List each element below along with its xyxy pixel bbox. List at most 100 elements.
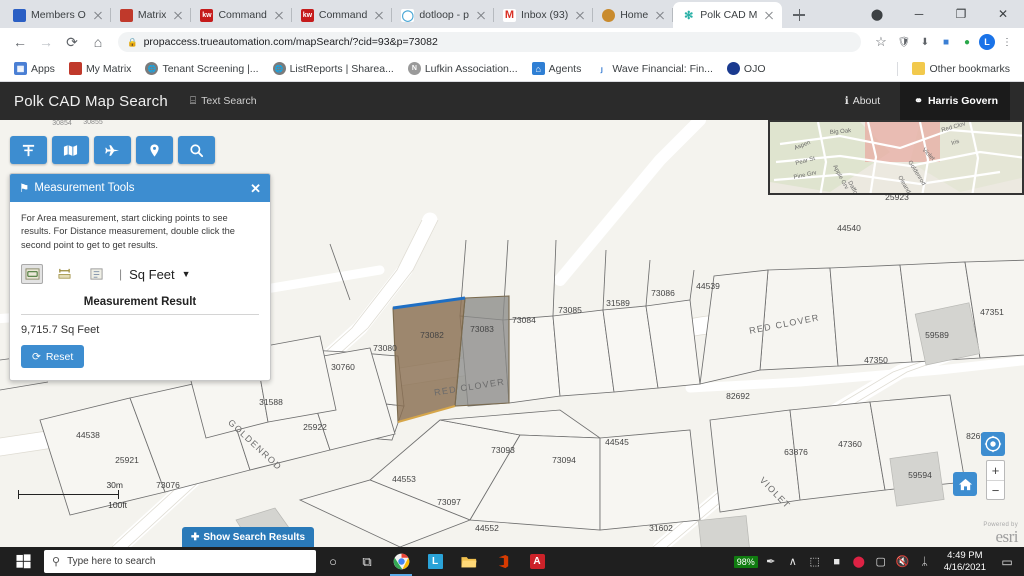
bookmark-tenant-screening[interactable]: 🌐 Tenant Screening |... [139, 60, 264, 77]
aerial-plane-button[interactable] [94, 136, 131, 164]
browser-tab-active[interactable]: ✻ Polk CAD M [673, 2, 783, 28]
parcel-id-label: 44552 [475, 523, 499, 533]
home-button[interactable]: ⌂ [86, 30, 110, 54]
map-book-button[interactable] [52, 136, 89, 164]
minimize-button[interactable]: ─ [898, 0, 940, 28]
tab-close-icon[interactable] [171, 8, 185, 22]
battery-percent-badge[interactable]: 98% [733, 555, 758, 568]
bluetooth-icon[interactable]: ᛦ [914, 547, 936, 576]
green-badge-icon[interactable]: ● [958, 33, 976, 51]
bookmark-listreports[interactable]: 🌐 ListReports | Sharea... [267, 60, 400, 77]
bookmark-ojo[interactable]: OJO [721, 60, 772, 77]
overview-inset-map[interactable]: Big Oak Aspen Pear St Pine Grv Apple Grv Daff… [768, 120, 1024, 195]
tab-close-icon[interactable] [762, 8, 776, 22]
chrome-menu-icon[interactable]: ⋮ [998, 33, 1016, 51]
user-menu[interactable]: ⚭ Harris Govern [900, 82, 1010, 120]
chevron-down-icon: ▼ [181, 269, 191, 280]
browser-tab[interactable]: Matrix [111, 2, 192, 28]
text-search-icon: ⌸ [189, 94, 197, 107]
home-extent-button[interactable] [953, 472, 977, 496]
area-measure-icon [25, 268, 39, 281]
maximize-button[interactable]: ❐ [940, 0, 982, 28]
close-icon[interactable]: ✕ [250, 182, 261, 195]
pen-icon[interactable]: ✒ [760, 547, 782, 576]
back-button[interactable]: ← [8, 30, 32, 54]
bookmark-my-matrix[interactable]: My Matrix [63, 60, 138, 77]
about-link[interactable]: ℹ About [845, 95, 880, 107]
parcel-id-label: 73094 [552, 455, 576, 465]
area-measure-tool[interactable] [21, 264, 43, 285]
notification-center-icon[interactable]: ▭ [994, 547, 1020, 576]
show-hidden-icons-chevron[interactable]: ∧ [782, 547, 804, 576]
zoom-in-button[interactable]: + [987, 461, 1004, 480]
reset-button[interactable]: ⟳ Reset [21, 345, 85, 369]
cortana-button[interactable]: ○ [316, 547, 350, 576]
puzzle-extension-icon[interactable]: ■ [937, 33, 955, 51]
bookmark-agents[interactable]: ⌂ Agents [526, 60, 588, 77]
taskbar-search-box[interactable]: ⚲ Type here to search [44, 550, 316, 573]
tab-close-icon[interactable] [573, 8, 587, 22]
chrome-taskbar-button[interactable] [384, 547, 418, 576]
onedrive-icon[interactable]: ▢ [870, 547, 892, 576]
tab-close-icon[interactable] [272, 8, 286, 22]
taskbar-clock[interactable]: 4:49 PM 4/16/2021 [936, 550, 994, 574]
browser-tab[interactable]: Home [593, 2, 674, 28]
new-tab-button[interactable] [786, 2, 812, 28]
tab-close-icon[interactable] [91, 8, 105, 22]
scale-bar-tick [117, 490, 119, 499]
tab-close-icon[interactable] [474, 8, 488, 22]
about-label: About [852, 95, 881, 107]
office-taskbar-button[interactable] [486, 547, 520, 576]
zoom-out-button[interactable]: − [987, 480, 1004, 499]
address-bar[interactable]: 🔒 propaccess.trueautomation.com/mapSearc… [118, 32, 861, 52]
tab-favicon-icon [602, 8, 616, 22]
profile-avatar[interactable]: L [979, 34, 995, 50]
bookmark-wave-financial[interactable]: ⱼ Wave Financial: Fin... [589, 60, 719, 77]
bookmark-lufkin-association[interactable]: N Lufkin Association... [402, 60, 524, 77]
tab-title: Inbox (93) [520, 9, 569, 21]
compass-locate-button[interactable] [981, 432, 1005, 456]
address-bar-url: propaccess.trueautomation.com/mapSearch/… [143, 36, 438, 48]
volume-muted-icon[interactable]: 🔇 [892, 547, 914, 576]
task-view-button[interactable]: ⧉ [350, 547, 384, 576]
tab-close-icon[interactable] [653, 8, 667, 22]
browser-tab[interactable]: ◯ dotloop - p [392, 2, 494, 28]
distance-measure-tool[interactable] [53, 264, 75, 284]
text-search-link[interactable]: ⌸ Text Search [190, 95, 257, 108]
browser-tab[interactable]: kw Command [191, 2, 293, 28]
shield-icon[interactable]: 🛡 [895, 33, 913, 51]
bookmark-apps[interactable]: ▦ Apps [8, 60, 61, 77]
parcel-id-label: 25921 [115, 455, 139, 465]
parcel-id-label: 47360 [838, 439, 862, 449]
l-app-taskbar-button[interactable]: L [418, 547, 452, 576]
teams-icon[interactable]: ⬚ [804, 547, 826, 576]
close-window-button[interactable]: ✕ [982, 0, 1024, 28]
parcel-id-label: 73086 [651, 288, 675, 298]
measurement-pin-button[interactable] [136, 136, 173, 164]
browser-tab[interactable]: Members O [4, 2, 111, 28]
browser-tab[interactable]: kw Command [292, 2, 393, 28]
file-explorer-taskbar-button[interactable] [452, 547, 486, 576]
esri-attribution: Powered by esri [983, 522, 1018, 545]
start-button[interactable] [4, 547, 42, 576]
battery-icon[interactable]: ■ [826, 547, 848, 576]
chrome-profile-icon[interactable]: ⬤ [856, 0, 898, 28]
basemap-layers-button[interactable] [10, 136, 47, 164]
antivirus-shield-icon[interactable]: ⬤ [848, 547, 870, 576]
map-canvas[interactable]: RED CLOVER RED CLOVER GOLDENROD VIOLET 3085… [0, 120, 1024, 547]
location-measure-tool[interactable] [85, 264, 107, 284]
measurement-instructions: For Area measurement, start clicking poi… [21, 213, 235, 250]
tab-close-icon[interactable] [372, 8, 386, 22]
location-pin-icon: ⚑ [19, 183, 30, 195]
bookmark-star-icon[interactable]: ☆ [869, 30, 893, 54]
search-button[interactable] [178, 136, 215, 164]
bookmark-label: Agents [548, 62, 582, 75]
other-bookmarks-folder[interactable]: Other bookmarks [906, 60, 1016, 77]
forward-button[interactable]: → [34, 30, 58, 54]
browser-tab[interactable]: M Inbox (93) [494, 2, 594, 28]
reload-button[interactable]: ⟳ [60, 30, 84, 54]
measurement-unit-select[interactable]: | Sq Feet ▼ [119, 267, 191, 282]
download-icon[interactable]: ⬇ [916, 33, 934, 51]
acrobat-taskbar-button[interactable]: A [520, 547, 554, 576]
show-search-results-button[interactable]: ✚ Show Search Results [182, 527, 314, 547]
